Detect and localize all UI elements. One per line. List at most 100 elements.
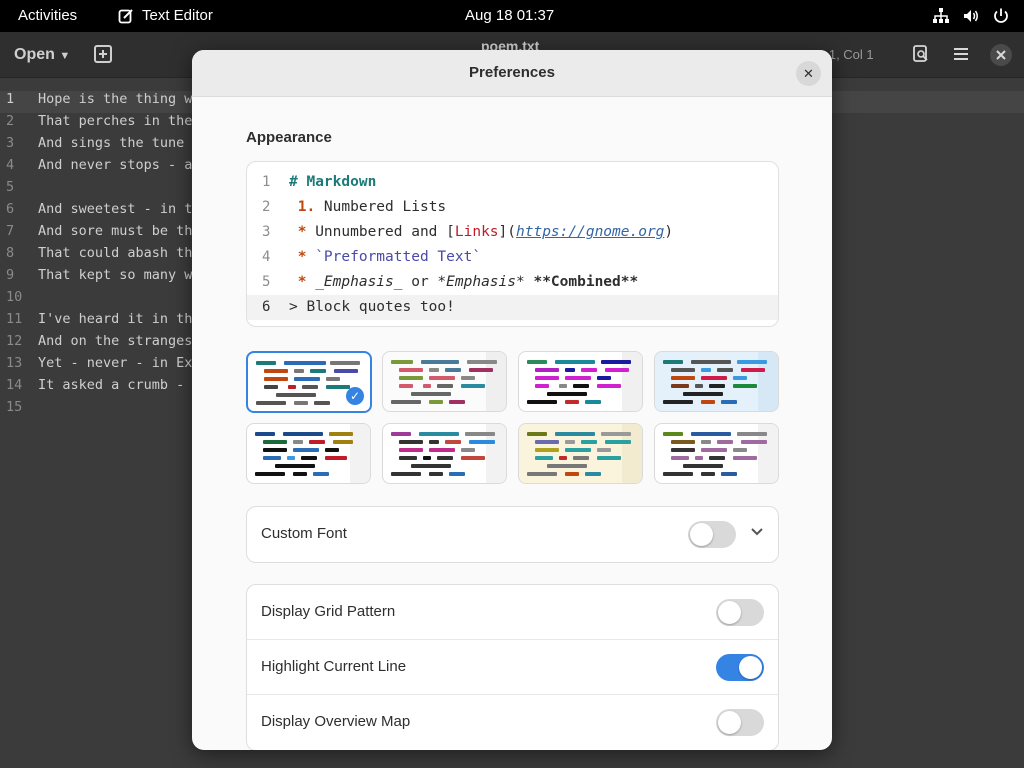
custom-font-row[interactable]: Custom Font: [247, 507, 778, 562]
open-button[interactable]: Open ▼: [14, 46, 70, 64]
overview-map-switch[interactable]: [716, 709, 764, 736]
preview-line-current: 6 > Block quotes too!: [247, 295, 778, 320]
line-number: 4: [6, 157, 15, 173]
scheme-tile[interactable]: [654, 351, 779, 412]
preview-list-number: 1.: [297, 199, 316, 215]
preview-url: https://gnome.org: [516, 224, 665, 240]
preview-line: 3 * Unnumbered and [Links](https://gnome…: [247, 220, 778, 245]
scheme-tile-adwaita[interactable]: ✓: [246, 351, 372, 413]
custom-font-switch[interactable]: [688, 521, 736, 548]
preview-link: Links: [454, 224, 499, 240]
scheme-tile[interactable]: [518, 423, 643, 484]
chevron-down-icon[interactable]: [750, 524, 764, 538]
line-number: 10: [6, 289, 23, 305]
preview-blockquote: > Block quotes too!: [289, 299, 455, 315]
line-number: 1: [262, 174, 271, 190]
line-text: Yet - never - in Ext: [38, 355, 201, 371]
preview-line: 2 1. Numbered Lists: [247, 195, 778, 220]
line-number: 1: [6, 91, 15, 107]
dialog-title: Preferences: [469, 64, 555, 81]
overview-map-label: Display Overview Map: [261, 713, 411, 730]
line-text: That perches in the: [38, 113, 193, 129]
custom-font-card: Custom Font: [246, 506, 779, 563]
appearance-heading: Appearance: [246, 129, 332, 146]
style-scheme-grid: ✓: [246, 351, 781, 484]
preview-strong: **Combined**: [524, 274, 639, 290]
app-name: Text Editor: [142, 7, 213, 24]
highlight-line-label: Highlight Current Line: [261, 658, 407, 675]
line-number: 7: [6, 223, 15, 239]
volume-icon: [964, 10, 978, 22]
line-number: 12: [6, 333, 23, 349]
preview-emphasis: _Emphasis_: [306, 274, 403, 290]
new-tab-icon[interactable]: [94, 45, 112, 63]
line-number: 15: [6, 399, 23, 415]
clock[interactable]: Aug 18 01:37: [465, 7, 554, 24]
power-icon: [994, 8, 1008, 23]
preview-heading: # Markdown: [289, 174, 377, 190]
line-number: 8: [6, 245, 15, 261]
preferences-dialog: Preferences ✕ Appearance 1 # Markdown 2 …: [192, 50, 832, 750]
switch-knob: [718, 601, 741, 624]
line-number: 2: [262, 199, 271, 215]
line-text: And never stops - a: [38, 157, 193, 173]
preview-line: 5 * _Emphasis_ or *Emphasis* **Combined*…: [247, 270, 778, 295]
grid-pattern-switch[interactable]: [716, 599, 764, 626]
line-text: And sweetest - in th: [38, 201, 201, 217]
dialog-header: Preferences ✕: [192, 50, 832, 97]
preview-emphasis: *Emphasis*: [437, 274, 525, 290]
preview-text: Numbered Lists: [315, 199, 447, 215]
line-number: 11: [6, 311, 23, 327]
scheme-tile[interactable]: [654, 423, 779, 484]
highlight-line-row[interactable]: Highlight Current Line: [247, 640, 778, 695]
line-number: 2: [6, 113, 15, 129]
line-text: It asked a crumb - o: [38, 377, 201, 393]
activities-button[interactable]: Activities: [18, 7, 77, 24]
custom-font-label: Custom Font: [261, 525, 347, 542]
line-number: 5: [262, 274, 271, 290]
line-number: 3: [262, 224, 271, 240]
switch-knob: [718, 711, 741, 734]
scheme-tile[interactable]: [382, 351, 507, 412]
switch-knob: [739, 656, 762, 679]
style-preview: 1 # Markdown 2 1. Numbered Lists 3 * Unn…: [246, 161, 779, 327]
line-text: And on the strangest: [38, 333, 201, 349]
switch-knob: [690, 523, 713, 546]
system-menu[interactable]: [932, 7, 1010, 25]
open-label: Open: [14, 46, 55, 63]
overview-map-row[interactable]: Display Overview Map: [247, 695, 778, 750]
line-number: 9: [6, 267, 15, 283]
network-icon: [933, 8, 949, 23]
line-text: And sore must be the: [38, 223, 201, 239]
preview-code: `Preformatted Text`: [306, 249, 482, 265]
grid-pattern-label: Display Grid Pattern: [261, 603, 396, 620]
grid-pattern-row[interactable]: Display Grid Pattern: [247, 585, 778, 640]
line-number: 6: [6, 201, 15, 217]
line-text: And sings the tune w: [38, 135, 201, 151]
chevron-down-icon: ▼: [59, 50, 71, 62]
preview-text: ): [664, 224, 674, 240]
preview-text: ](: [498, 224, 516, 240]
app-menu[interactable]: Text Editor: [118, 7, 213, 24]
menu-icon[interactable]: [951, 45, 971, 65]
close-icon[interactable]: ✕: [796, 61, 821, 86]
scheme-tile[interactable]: [518, 351, 643, 412]
preview-text: or: [402, 274, 438, 290]
line-text: That kept so many wa: [38, 267, 201, 283]
line-number: 4: [262, 249, 271, 265]
scheme-tile[interactable]: [382, 423, 507, 484]
preview-text: Unnumbered and [: [306, 224, 455, 240]
display-options-card: Display Grid Pattern Highlight Current L…: [246, 584, 779, 750]
line-text: I've heard it in the: [38, 311, 201, 327]
line-number: 13: [6, 355, 23, 371]
preview-line: 4 * `Preformatted Text`: [247, 245, 778, 270]
line-number: 5: [6, 179, 15, 195]
highlight-line-switch[interactable]: [716, 654, 764, 681]
search-document-icon[interactable]: [911, 45, 931, 65]
line-text: Hope is the thing w: [38, 91, 193, 107]
line-number: 6: [262, 299, 271, 315]
text-editor-icon: [118, 8, 133, 23]
close-window-icon[interactable]: [990, 44, 1012, 66]
top-bar: Activities Text Editor Aug 18 01:37: [0, 0, 1024, 32]
scheme-tile[interactable]: [246, 423, 371, 484]
